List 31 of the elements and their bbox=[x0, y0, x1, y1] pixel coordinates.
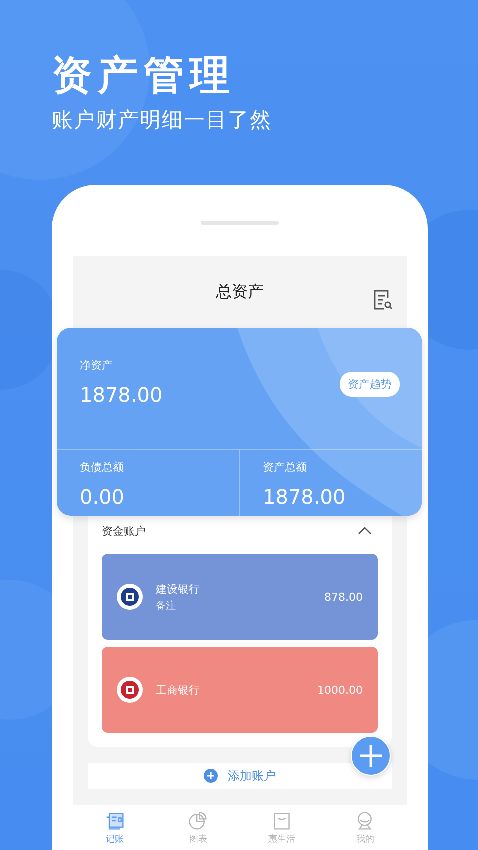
subheadline: 账户财产明细一目了然 bbox=[52, 107, 273, 134]
accounts-title: 资金账户 bbox=[102, 524, 146, 538]
tab[interactable]: 图表 bbox=[156, 805, 240, 850]
headline: 资产管理 bbox=[52, 52, 237, 101]
bank-name: 工商银行 bbox=[156, 682, 201, 698]
screen-title: 总资产 bbox=[216, 282, 264, 302]
add-account-button[interactable]: 添加账户 bbox=[88, 763, 392, 789]
total-label: 资产总额 bbox=[263, 460, 308, 475]
total-value: 0.00 bbox=[80, 485, 126, 509]
net-assets-value: 1878.00 bbox=[80, 383, 163, 407]
bank-logo-icon bbox=[116, 676, 144, 704]
tab-icon bbox=[272, 811, 292, 831]
bank-amount: 1000.00 bbox=[318, 684, 363, 696]
tab-icon bbox=[188, 811, 208, 831]
plus-circle-icon bbox=[204, 769, 218, 783]
bank-amount: 878.00 bbox=[324, 590, 363, 604]
bank-account-card[interactable]: 工商银行 1000.00 bbox=[102, 647, 378, 733]
total-label: 负债总额 bbox=[80, 460, 125, 475]
net-assets-label: 净资产 bbox=[80, 358, 114, 373]
bank-name: 建设银行 bbox=[156, 582, 201, 596]
tab[interactable]: 惠生活 bbox=[240, 805, 324, 850]
chevron-icon[interactable] bbox=[358, 527, 372, 535]
bank-logo-icon bbox=[116, 583, 144, 611]
tab-icon bbox=[104, 811, 125, 831]
bank-account-card[interactable]: 建设银行 备注 878.00 bbox=[102, 554, 378, 640]
total-value: 1878.00 bbox=[263, 485, 347, 509]
tab[interactable]: 我的 bbox=[324, 805, 407, 850]
asset-trend-button[interactable]: 资产趋势 bbox=[340, 372, 400, 397]
tab[interactable]: 记账 bbox=[73, 805, 156, 850]
bank-note: 备注 bbox=[156, 600, 177, 612]
document-search-icon[interactable] bbox=[373, 289, 393, 311]
